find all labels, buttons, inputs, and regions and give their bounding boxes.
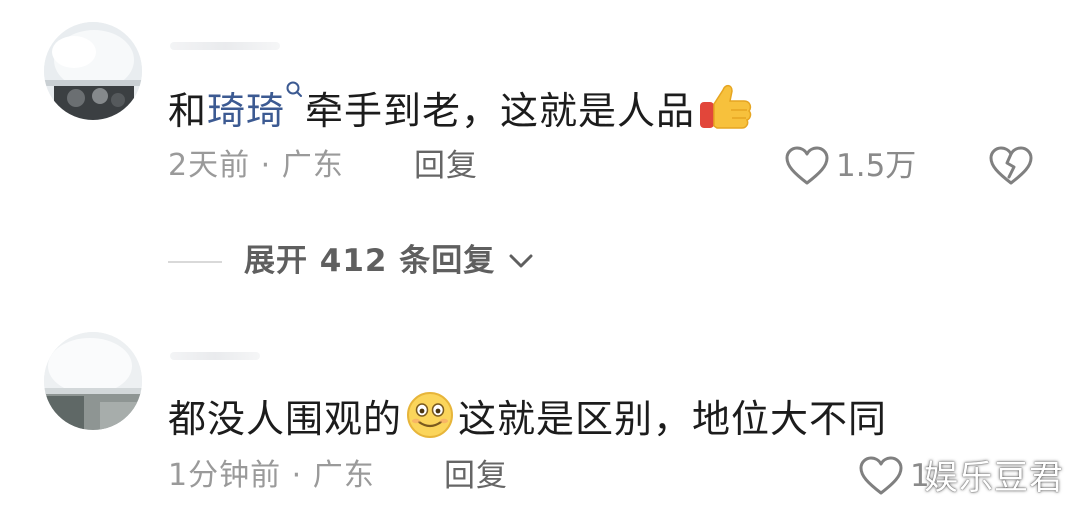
username-obscured[interactable] (170, 42, 280, 50)
comment-text-suffix: 牵手到老，这就是人品 (305, 89, 696, 133)
meta-separator: · (291, 458, 303, 493)
like-count: 1.5万 (836, 148, 917, 184)
thumbs-up-icon (700, 84, 752, 129)
smiling-face-icon (407, 392, 454, 438)
comment-text-prefix: 都没人围观的 (168, 397, 403, 441)
search-icon (286, 81, 303, 97)
avatar[interactable] (44, 22, 142, 120)
comment-meta: 1分钟前 · 广东 (168, 458, 375, 494)
avatar[interactable] (44, 332, 142, 430)
comment-text-prefix: 和 (168, 89, 208, 133)
watermark: 娱乐豆君 (924, 458, 1064, 498)
location: 广东 (281, 148, 344, 183)
location: 广东 (312, 458, 375, 493)
comment-text: 都没人围观的 这就是区别，地位大不同 (168, 390, 887, 443)
broken-heart-icon[interactable] (988, 145, 1034, 187)
reply-button[interactable]: 回复 (414, 148, 478, 184)
expand-replies-label[interactable]: 展开 412 条回复 (244, 243, 495, 279)
heart-icon[interactable] (858, 455, 904, 497)
mention-link[interactable]: 琦琦 (207, 89, 285, 133)
comment-meta: 2天前 · 广东 (168, 148, 344, 184)
avatar-image (44, 332, 142, 430)
meta-separator: · (260, 148, 272, 183)
username-obscured[interactable] (170, 352, 260, 360)
timestamp: 2天前 (168, 148, 251, 183)
timestamp: 1分钟前 (168, 458, 282, 493)
chevron-down-icon[interactable] (508, 252, 534, 270)
divider (168, 261, 222, 263)
comment-text: 和琦琦 牵手到老，这就是人品 (168, 80, 755, 135)
reply-button[interactable]: 回复 (444, 458, 508, 494)
comment-text-suffix: 这就是区别，地位大不同 (458, 397, 888, 441)
avatar-image (44, 22, 142, 120)
heart-icon[interactable] (784, 145, 830, 187)
